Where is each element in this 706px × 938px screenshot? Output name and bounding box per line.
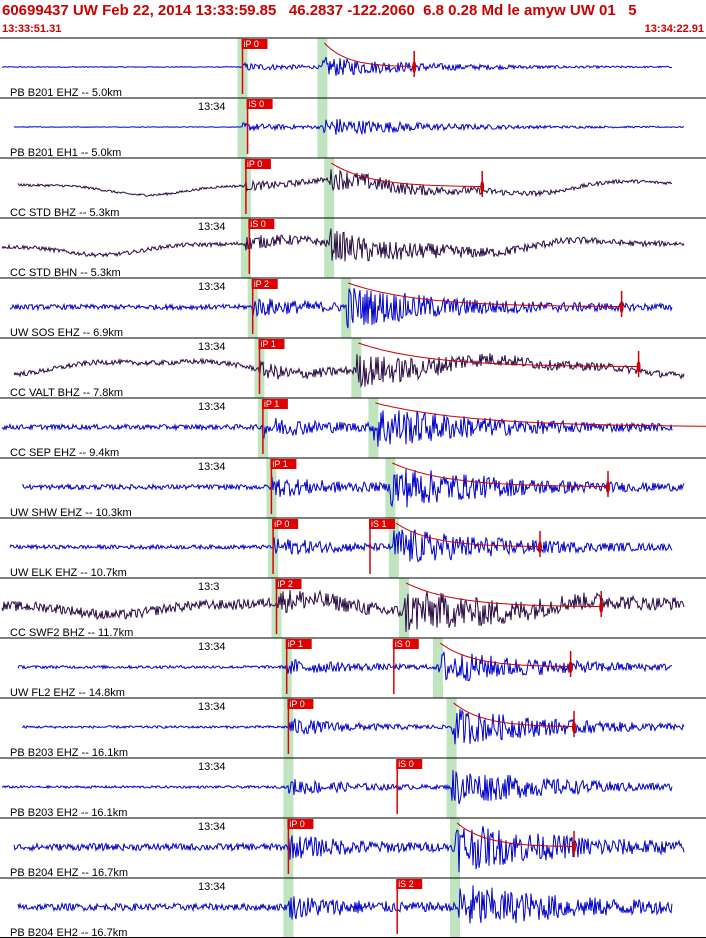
station-label: PB B201 EH1 -- 5.0km — [10, 147, 121, 159]
station-label: CC VALT BHZ -- 7.8km — [10, 387, 123, 399]
pick-label: iP 1 — [272, 459, 287, 469]
trace-time-label: 13:34 — [198, 701, 226, 713]
pick-label: iP 0 — [289, 819, 304, 829]
station-label: UW ELK EHZ -- 10.7km — [10, 567, 127, 579]
trace-time-label: 13:3 — [198, 581, 219, 593]
coda-end-dot — [606, 481, 610, 493]
pick-label: iS 1 — [371, 519, 387, 529]
pick-label: iS 0 — [250, 219, 266, 229]
trace-time-label: 13:34 — [198, 821, 226, 833]
coda-end-dot — [572, 721, 576, 733]
station-label: CC STD BHZ -- 5.3km — [10, 207, 119, 219]
end-time: 13:34:22.91 — [645, 23, 704, 35]
coda-end-dot — [572, 841, 576, 853]
station-label: UW SHW EHZ -- 10.3km — [10, 507, 132, 519]
pick-label: iS 2 — [398, 879, 414, 889]
trace-time-label: 13:34 — [198, 101, 226, 113]
seismogram-plot: iP 0 PB B201 EHZ -- 5.0km iS 0 13:34 PB B201… — [0, 0, 706, 938]
pick-label: iP 0 — [244, 39, 259, 49]
coda-end-dot — [568, 661, 573, 673]
station-label: PB B203 EH2 -- 16.1km — [10, 807, 127, 819]
station-label: UW FL2 EHZ -- 14.8km — [10, 687, 125, 699]
trace-time-label: 13:34 — [198, 461, 226, 473]
trace-time-label: 13:34 — [198, 281, 226, 293]
coda-end-dot — [412, 61, 417, 73]
coda-end-dot — [538, 541, 542, 553]
pick-label: iP 1 — [261, 339, 276, 349]
coda-end-dot — [599, 601, 604, 613]
pick-label: iP 2 — [254, 279, 269, 289]
start-time: 13:33:51.31 — [2, 23, 61, 35]
station-label: PB B201 EHZ -- 5.0km — [10, 87, 122, 99]
pick-label: iS 0 — [249, 99, 265, 109]
station-label: CC STD BHN -- 5.3km — [10, 267, 121, 279]
pick-label: iP 1 — [288, 639, 303, 649]
coda-end-dot — [480, 181, 485, 193]
pick-label: iP 0 — [274, 519, 289, 529]
trace-time-label: 13:34 — [198, 401, 226, 413]
coda-end-dot — [619, 301, 624, 313]
station-label: CC SEP EHZ -- 9.4km — [10, 447, 119, 459]
coda-end-dot — [636, 361, 641, 373]
pick-label: iP 2 — [278, 579, 293, 589]
trace-time-label: 13:34 — [198, 881, 226, 893]
pick-label: iP 0 — [247, 159, 262, 169]
station-label: PB B203 EHZ -- 16.1km — [10, 747, 128, 759]
trace-time-label: 13:34 — [198, 341, 226, 353]
station-label: CC SWF2 BHZ -- 11.7km — [10, 627, 133, 639]
station-label: PB B204 EHZ -- 16.7km — [10, 867, 128, 879]
trace-time-label: 13:34 — [198, 761, 226, 773]
event-header: 60699437 UW Feb 22, 2014 13:33:59.85 46.… — [2, 2, 637, 19]
station-label: PB B204 EH2 -- 16.7km — [10, 927, 127, 938]
pick-label: iS 0 — [398, 759, 414, 769]
pick-label: iP 0 — [289, 699, 304, 709]
pick-label: iS 0 — [395, 639, 411, 649]
plot-background — [0, 0, 706, 938]
trace-time-label: 13:34 — [198, 221, 226, 233]
station-label: UW SOS EHZ -- 6.9km — [10, 327, 123, 339]
pick-label: iP 1 — [264, 399, 279, 409]
trace-time-label: 13:34 — [198, 641, 226, 653]
